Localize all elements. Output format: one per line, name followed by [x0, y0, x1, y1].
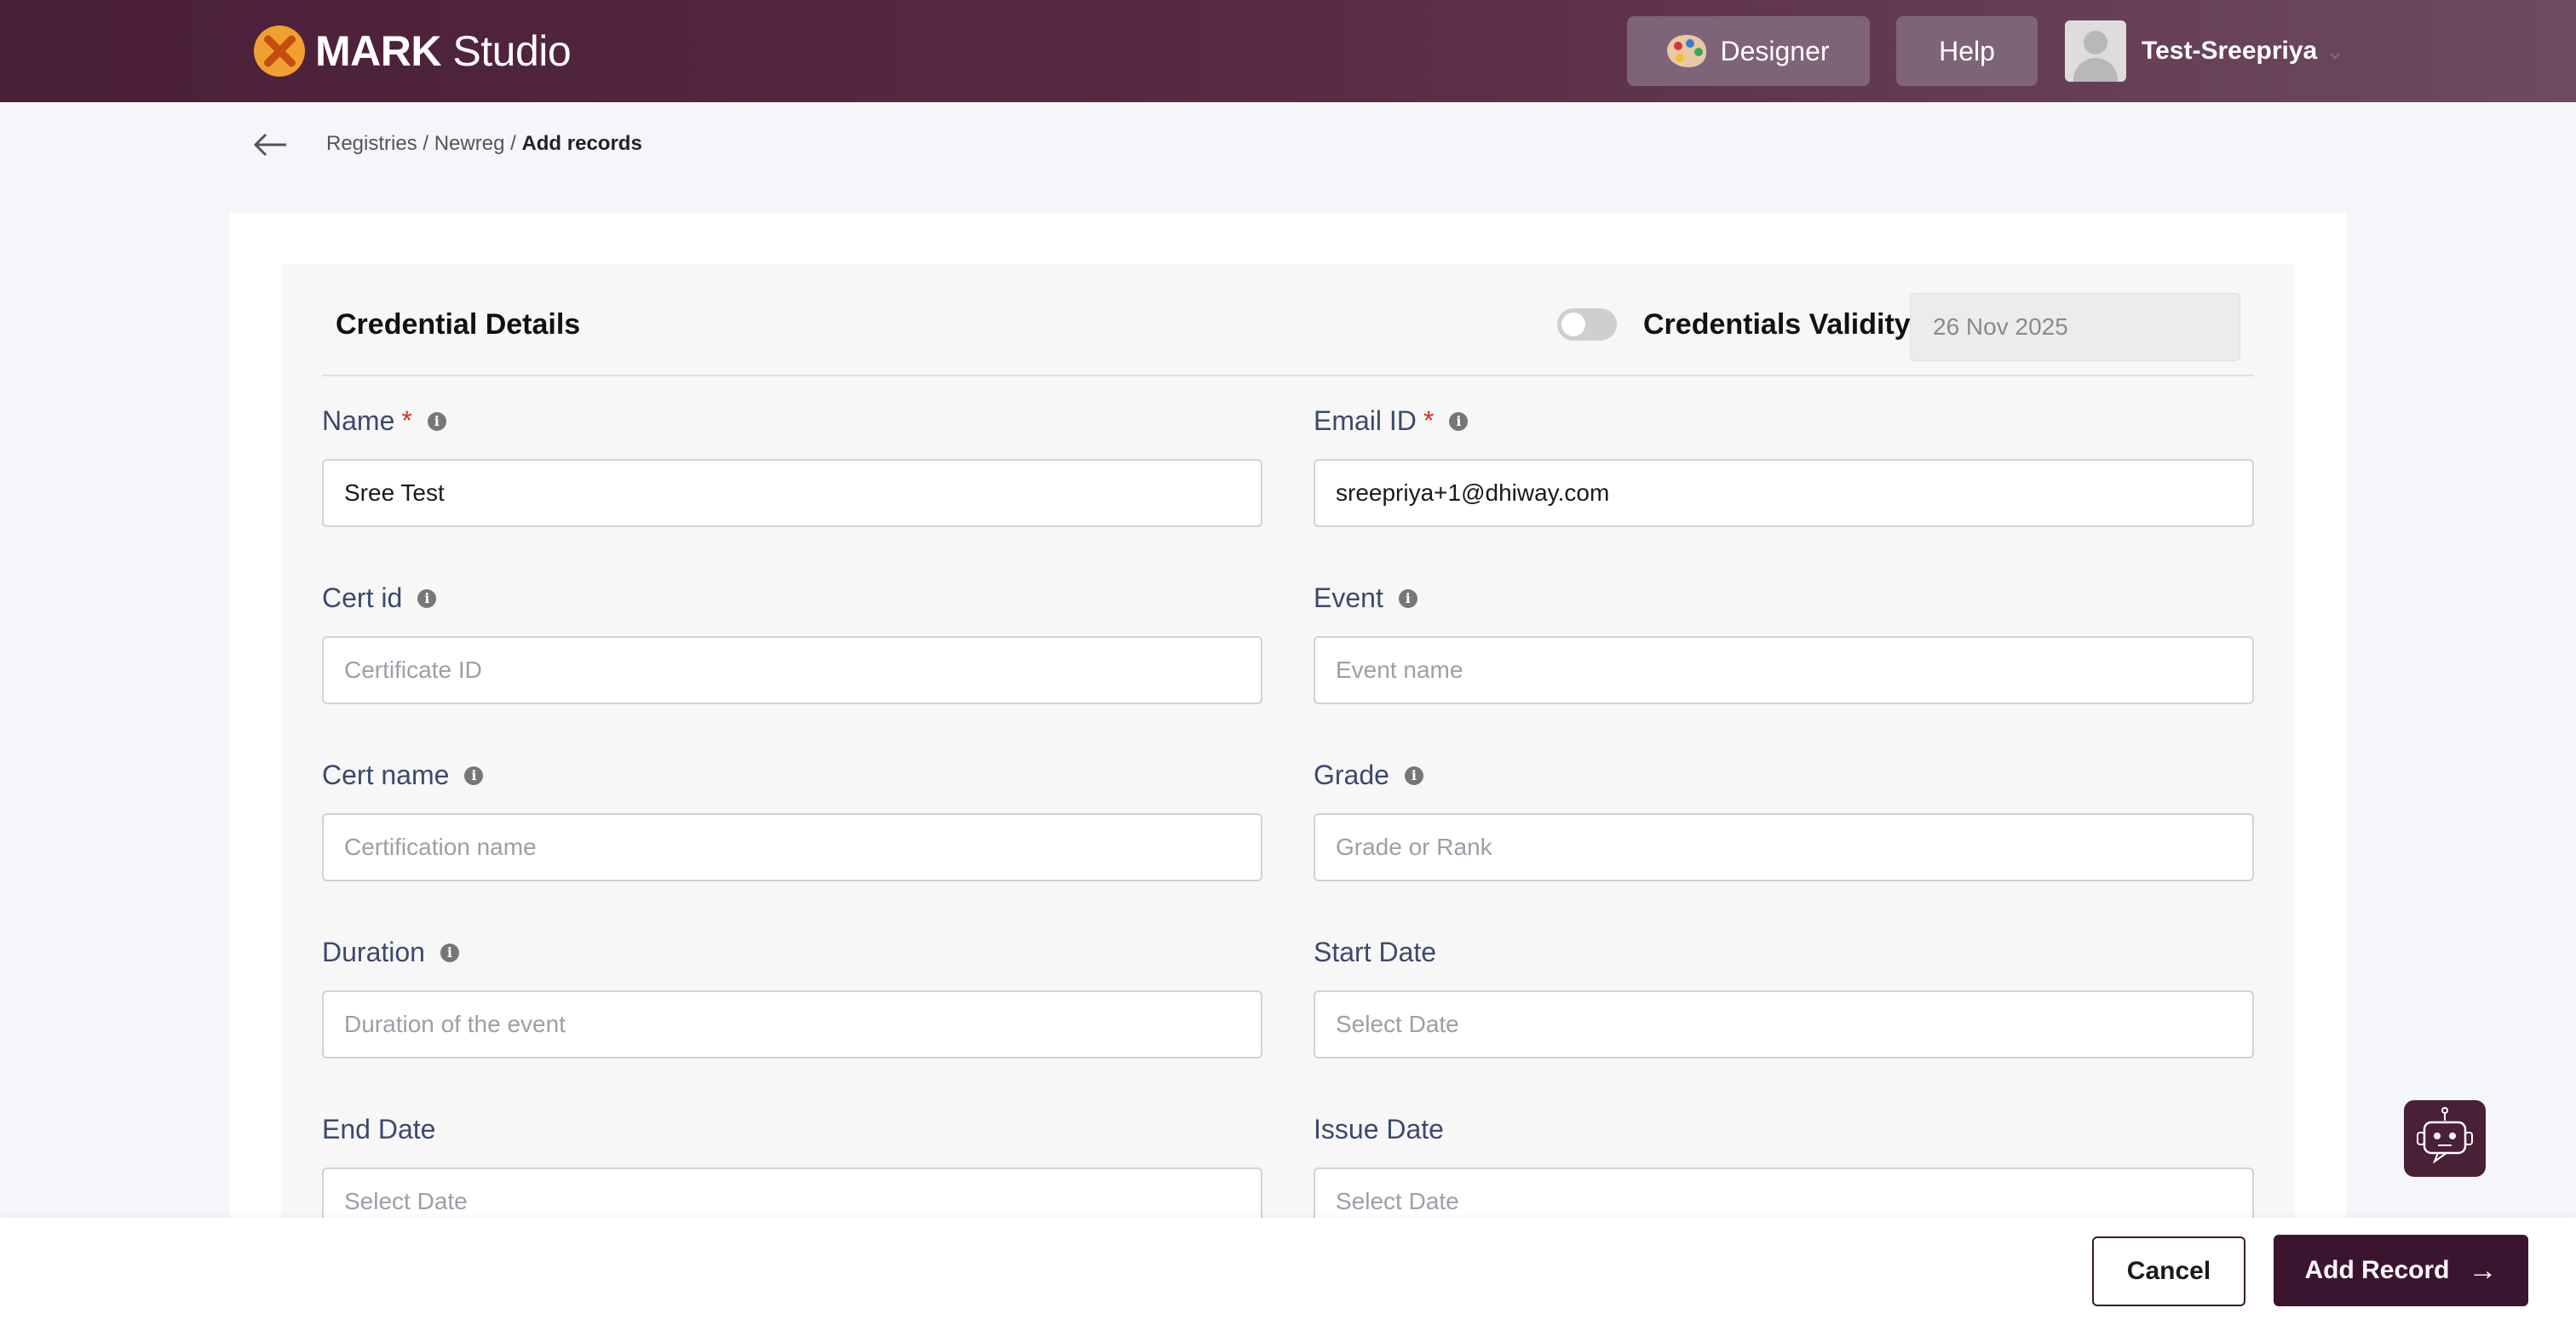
field-label-issue-date: Issue Date	[1314, 1114, 1444, 1144]
start-date-input[interactable]	[1314, 990, 2254, 1058]
cert-name-input[interactable]	[322, 813, 1262, 881]
info-icon[interactable]: i	[427, 411, 446, 431]
field-label-event: Event i	[1314, 582, 1417, 614]
chevron-down-icon: ⌄	[2326, 37, 2345, 64]
field-label-email: Email ID * i	[1314, 405, 1469, 437]
required-marker: *	[1423, 405, 1435, 436]
breadcrumb-current: Add records	[521, 132, 642, 155]
name-input[interactable]	[322, 459, 1262, 527]
top-nav-bar: MARK Studio Designer Help Test-Sreepriya…	[0, 0, 2576, 102]
info-icon[interactable]: i	[417, 588, 437, 608]
user-menu[interactable]: Test-Sreepriya ⌄	[2065, 20, 2344, 83]
grade-input[interactable]	[1314, 813, 2254, 881]
cert-id-input[interactable]	[322, 636, 1262, 704]
info-icon[interactable]: i	[1449, 411, 1469, 431]
required-marker: *	[401, 405, 412, 436]
field-label-name: Name * i	[322, 405, 446, 437]
event-input[interactable]	[1314, 636, 2254, 704]
credential-panel	[281, 264, 2295, 1325]
chatbot-button[interactable]	[2404, 1100, 2486, 1177]
email-input[interactable]	[1314, 459, 2254, 527]
section-title: Credential Details	[336, 308, 581, 341]
field-label-end-date: End Date	[322, 1114, 436, 1144]
validity-date-field[interactable]: 26 Nov 2025	[1910, 293, 2240, 361]
user-name: Test-Sreepriya	[2142, 37, 2318, 65]
designer-button[interactable]: Designer	[1627, 16, 1870, 86]
robot-icon	[2417, 1107, 2473, 1164]
breadcrumb: Registries / Newreg / Add records	[326, 132, 642, 155]
back-arrow-icon[interactable]	[252, 129, 290, 160]
validity-label: Credentials Validity	[1643, 308, 1911, 341]
add-record-button[interactable]: Add Record →	[2274, 1235, 2528, 1306]
help-button[interactable]: Help	[1896, 16, 2038, 86]
mark-logo-icon	[254, 26, 305, 77]
designer-label: Designer	[1720, 35, 1830, 66]
field-label-duration: Duration i	[322, 937, 459, 968]
app-logo[interactable]: MARK Studio	[254, 24, 572, 78]
palette-icon	[1667, 35, 1707, 67]
info-icon[interactable]: i	[440, 943, 459, 962]
info-icon[interactable]: i	[1398, 588, 1417, 608]
info-icon[interactable]: i	[1404, 766, 1423, 785]
arrow-right-icon: →	[2468, 1253, 2498, 1287]
breadcrumb-item-newreg[interactable]: Newreg	[434, 132, 505, 155]
info-icon[interactable]: i	[464, 766, 484, 785]
field-label-start-date: Start Date	[1314, 937, 1437, 967]
avatar	[2065, 20, 2126, 82]
validity-toggle[interactable]	[1557, 308, 1617, 341]
field-label-cert-id: Cert id i	[322, 582, 437, 614]
breadcrumb-item-registries[interactable]: Registries	[326, 132, 417, 155]
app-name: MARK Studio	[315, 27, 572, 75]
cancel-button[interactable]: Cancel	[2092, 1236, 2245, 1306]
duration-input[interactable]	[322, 990, 1262, 1058]
field-label-grade: Grade i	[1314, 760, 1423, 791]
divider	[322, 375, 2254, 376]
field-label-cert-name: Cert name i	[322, 760, 484, 791]
add-record-label: Add Record	[2304, 1256, 2450, 1284]
